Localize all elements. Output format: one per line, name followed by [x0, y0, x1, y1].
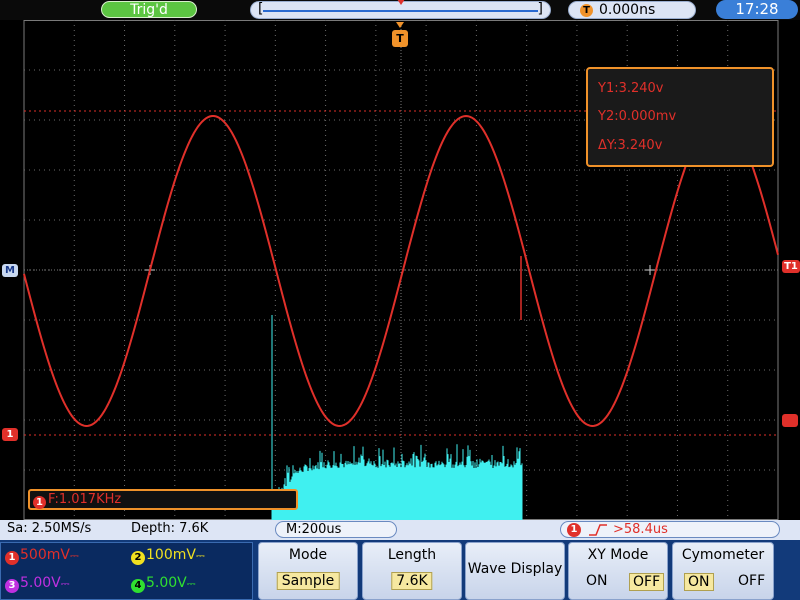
ch2-icon: 2 — [131, 551, 145, 565]
ch1-scale: 500mV — [20, 547, 70, 563]
mode-menu-button[interactable]: Mode Sample — [258, 542, 358, 600]
math-reference-marker[interactable]: M — [2, 264, 18, 277]
length-value: 7.6K — [391, 572, 433, 590]
trigger-status-badge: Trig'd — [101, 1, 197, 18]
channel-settings-panel: 1 500mV⎓ 2 100mV⎓ 3 5.00V⎓ 4 5.00V⎓ — [0, 542, 253, 600]
ch2-waveform — [271, 315, 523, 520]
ch4-icon: 4 — [131, 579, 145, 593]
ch1-setting[interactable]: 1 500mV⎓ — [5, 547, 79, 565]
ch3-scale: 5.00V — [20, 575, 61, 591]
trigger-source-icon: 1 — [567, 523, 581, 537]
ch2-scale: 100mV — [146, 547, 196, 563]
cymometer-off-option[interactable]: OFF — [735, 573, 768, 589]
ch3-setting[interactable]: 3 5.00V⎓ — [5, 575, 70, 593]
xy-mode-on-option[interactable]: ON — [583, 573, 611, 589]
ch4-scale: 5.00V — [146, 575, 187, 591]
position-indicator-icon — [397, 0, 405, 5]
trigger-position-marker[interactable]: T — [392, 30, 408, 47]
horizontal-delay-display[interactable]: T 0.000ns — [568, 1, 696, 19]
ch3-icon: 3 — [5, 579, 19, 593]
ch4-setting[interactable]: 4 5.00V⎓ — [131, 575, 196, 593]
dc-coupling-icon: ⎓ — [69, 549, 79, 562]
trigger-level-value: >58.4us — [613, 522, 668, 537]
mode-title: Mode — [288, 547, 328, 563]
timebase-value: M:200us — [286, 522, 342, 537]
frequency-value: F:1.017KHz — [48, 492, 122, 507]
ch1-icon: 1 — [5, 551, 19, 565]
dc-coupling-icon: ⎓ — [186, 577, 196, 590]
ch1-badge-icon: 1 — [33, 496, 46, 509]
cymometer-on-option[interactable]: ON — [684, 573, 714, 591]
xy-mode-off-option[interactable]: OFF — [629, 573, 665, 591]
cymometer-title: Cymometer — [681, 547, 765, 563]
ch1-trigger-level-marker[interactable]: T1 — [782, 260, 800, 273]
wave-display-button[interactable]: Wave Display — [465, 542, 565, 600]
cursor-y2-readout: Y2:0.000mv — [598, 109, 677, 124]
length-menu-button[interactable]: Length 7.6K — [362, 542, 462, 600]
ch2-setting[interactable]: 2 100mV⎓ — [131, 547, 205, 565]
ch1-reference-marker[interactable]: 1 — [2, 428, 18, 441]
waveform-display[interactable]: T M 1 T1 Y1:3.240v Y2:0.000mv ΔY:3.240v … — [0, 20, 800, 520]
mode-value: Sample — [276, 572, 340, 590]
crosshair-marker-icon — [645, 265, 655, 275]
t1-marker-label: T1 — [784, 261, 798, 272]
acquisition-status-bar: Sa: 2.50MS/s Depth: 7.6K M:200us 1 >58.4… — [0, 520, 800, 540]
ch1-marker-label: 1 — [6, 429, 14, 440]
trigger-delay-icon: T — [580, 4, 593, 17]
trigger-marker-label: T — [396, 32, 404, 45]
frequency-readout: 1 F:1.017KHz — [28, 489, 298, 510]
length-title: Length — [387, 547, 437, 563]
dc-coupling-icon: ⎓ — [195, 549, 205, 562]
sample-rate-label: Sa: 2.50MS/s — [7, 521, 92, 536]
cursor-y1-readout: Y1:3.240v — [598, 81, 664, 96]
timebase-display[interactable]: M:200us — [275, 521, 397, 538]
xy-mode-title: XY Mode — [587, 547, 649, 563]
position-bar-right-bracket: ] — [537, 1, 543, 17]
wave-display-title: Wave Display — [467, 561, 563, 577]
rising-edge-icon — [589, 524, 607, 536]
cymometer-menu-button[interactable]: Cymometer ON OFF — [672, 542, 774, 600]
position-bar-track — [263, 10, 538, 12]
trigger-settings-display[interactable]: 1 >58.4us — [560, 521, 780, 538]
trigger-marker-arrow-icon — [396, 22, 404, 28]
clock-display: 17:28 — [716, 0, 798, 19]
cursor-delta-readout: ΔY:3.240v — [598, 138, 663, 153]
horizontal-position-bar[interactable]: [ ] — [250, 0, 551, 19]
cursor-measurement-panel: Y1:3.240v Y2:0.000mv ΔY:3.240v — [586, 67, 774, 167]
xy-mode-menu-button[interactable]: XY Mode ON OFF — [568, 542, 668, 600]
dc-coupling-icon: ⎓ — [60, 577, 70, 590]
memory-depth-label: Depth: 7.6K — [131, 521, 209, 536]
math-marker-label: M — [5, 265, 15, 276]
cursor-right-marker-icon[interactable] — [782, 414, 798, 427]
horizontal-delay-value: 0.000ns — [599, 2, 656, 18]
